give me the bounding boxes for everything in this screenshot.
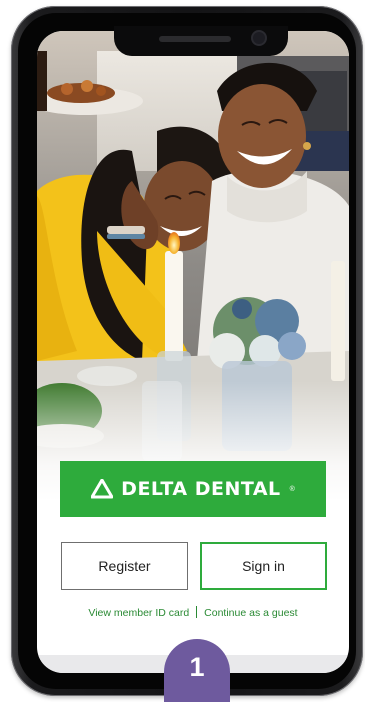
- brand-logo: DELTA DENTAL ®: [91, 478, 295, 500]
- app-screen: DELTA DENTAL ® Register Sign in View memb…: [37, 31, 349, 673]
- link-divider: [196, 606, 198, 618]
- continue-as-guest-link[interactable]: Continue as a guest: [204, 607, 297, 619]
- phone-frame: DELTA DENTAL ® Register Sign in View memb…: [11, 6, 363, 696]
- register-button[interactable]: Register: [61, 542, 188, 590]
- speaker-grille: [159, 36, 231, 42]
- registered-mark: ®: [289, 485, 295, 493]
- hero-photo: [37, 31, 349, 501]
- delta-triangle-icon: [91, 479, 114, 499]
- brand-banner: DELTA DENTAL ®: [60, 461, 326, 517]
- view-member-id-link[interactable]: View member ID card: [88, 607, 189, 619]
- step-number-badge: 1: [164, 639, 230, 702]
- secondary-links: View member ID card Continue as a guest: [37, 606, 349, 619]
- brand-name: DELTA DENTAL: [121, 478, 281, 500]
- front-camera-icon: [253, 32, 265, 44]
- sign-in-button[interactable]: Sign in: [200, 542, 327, 590]
- stage: DELTA DENTAL ® Register Sign in View memb…: [0, 0, 365, 702]
- phone-notch: [114, 26, 288, 56]
